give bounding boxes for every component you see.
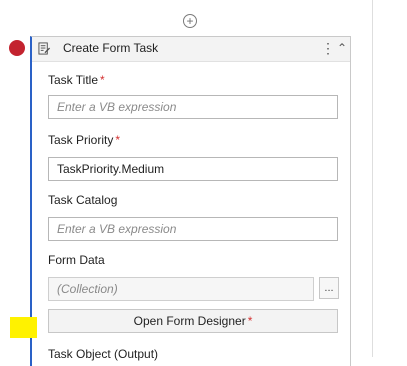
task-priority-input[interactable] [48,157,338,181]
task-title-label-text: Task Title [48,73,99,87]
add-activity-icon[interactable]: + [183,14,197,28]
task-title-required: * [100,73,105,87]
form-data-label-text: Form Data [48,253,105,267]
task-priority-required: * [115,133,121,147]
task-title-label: Task Title * [48,73,105,87]
open-form-designer-button[interactable]: Open Form Designer * [48,309,338,333]
activity-title: Create Form Task [63,41,159,55]
open-form-designer-required: * [247,314,253,328]
form-data-edit-button[interactable]: ... [319,277,339,299]
activity-header[interactable]: Create Form Task ⋮ ⌃ [32,37,350,62]
task-priority-label: Task Priority * [48,133,120,147]
task-catalog-label: Task Catalog [48,193,117,207]
collapse-icon[interactable]: ⌃ [337,39,347,57]
kebab-icon[interactable]: ⋮ [321,40,335,56]
highlight-marker [10,317,37,338]
form-task-icon [38,42,51,55]
task-object-label-text: Task Object (Output) [48,347,159,361]
canvas-divider [372,0,373,357]
open-form-designer-label: Open Form Designer [133,314,246,328]
breakpoint-icon[interactable] [9,40,25,56]
task-title-input[interactable] [48,95,338,119]
task-catalog-input[interactable] [48,217,338,241]
form-data-label: Form Data [48,253,105,267]
task-object-label: Task Object (Output) [48,347,158,361]
task-catalog-label-text: Task Catalog [48,193,118,207]
create-form-task-activity[interactable]: Create Form Task ⋮ ⌃ Task Title* Task Pr… [30,36,351,366]
form-data-input[interactable] [48,277,314,301]
task-priority-label-text: Task Priority [48,133,114,147]
